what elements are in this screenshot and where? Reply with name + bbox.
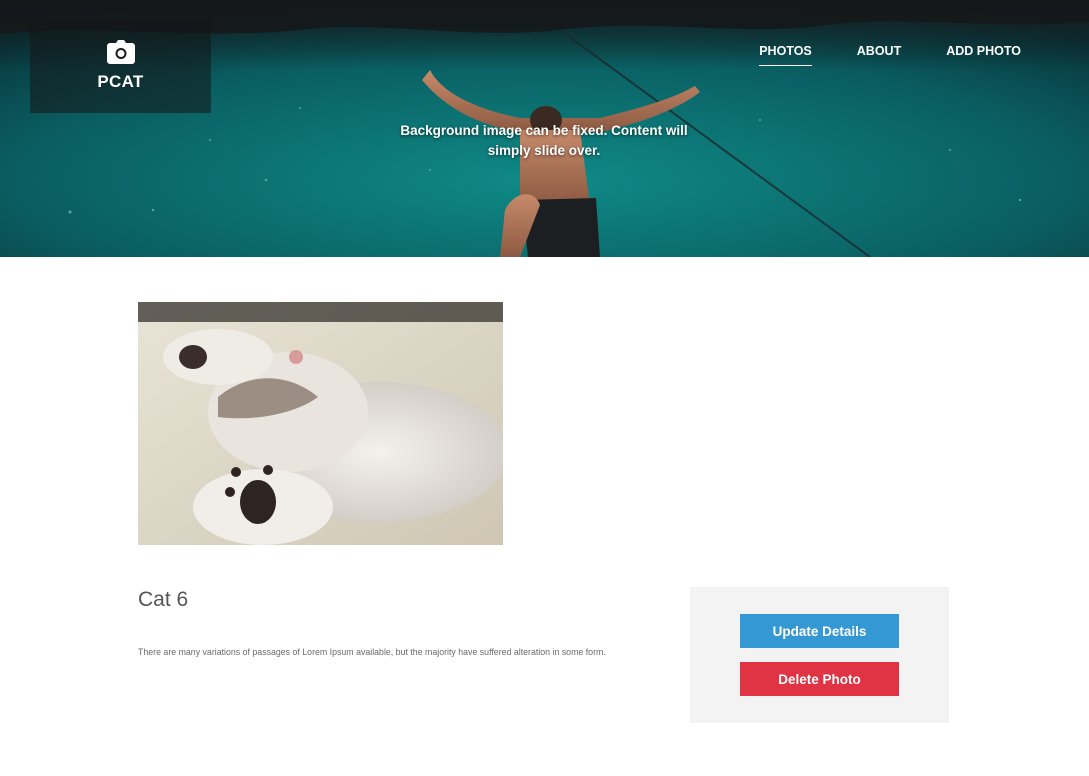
update-details-button[interactable]: Update Details bbox=[740, 614, 899, 648]
hero-caption: Background image can be fixed. Content w… bbox=[400, 123, 688, 158]
hero-banner: PCAT PHOTOS ABOUT ADD PHOTO Background i… bbox=[0, 0, 1089, 257]
brand-name: PCAT bbox=[97, 71, 144, 91]
photo-description: There are many variations of passages of… bbox=[138, 647, 606, 657]
photo-title: Cat 6 bbox=[138, 588, 189, 611]
nav-add-photo[interactable]: ADD PHOTO bbox=[946, 44, 1021, 66]
logo[interactable]: PCAT bbox=[30, 18, 211, 113]
nav-about[interactable]: ABOUT bbox=[857, 44, 901, 66]
photo-image bbox=[138, 302, 503, 545]
main-nav: PHOTOS ABOUT ADD PHOTO bbox=[714, 44, 1021, 66]
cat-photo bbox=[138, 302, 503, 545]
photo-actions-panel: Update Details Delete Photo bbox=[690, 587, 949, 723]
delete-photo-button[interactable]: Delete Photo bbox=[740, 662, 899, 696]
nav-photos[interactable]: PHOTOS bbox=[759, 44, 812, 66]
camera-icon bbox=[106, 39, 135, 64]
